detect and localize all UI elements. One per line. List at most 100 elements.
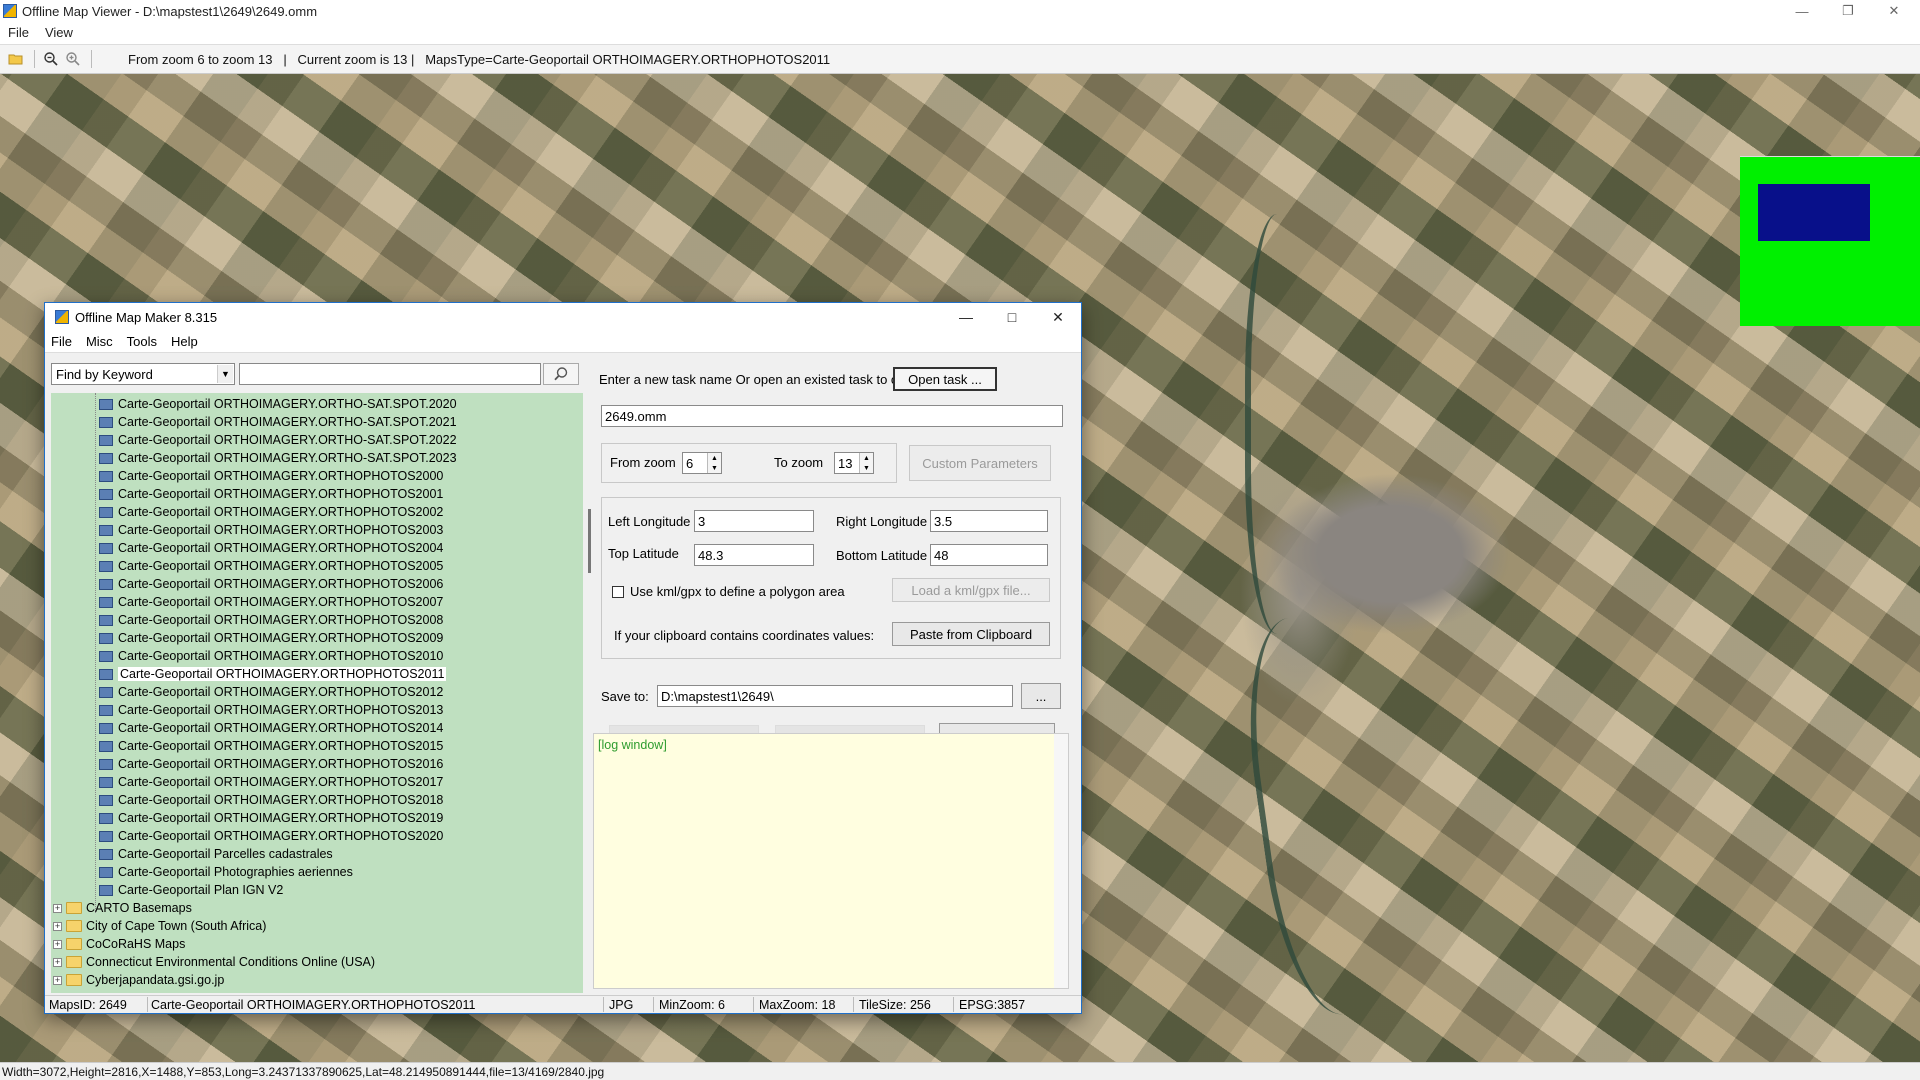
zoom-in-icon[interactable] xyxy=(63,49,83,69)
tree-item[interactable]: Carte-Geoportail ORTHOIMAGERY.ORTHOPHOTO… xyxy=(99,773,443,791)
from-zoom-spinner[interactable]: 6 ▲ ▼ xyxy=(682,452,722,474)
load-kml-button[interactable]: Load a kml/gpx file... xyxy=(892,578,1050,602)
tree-item[interactable]: Carte-Geoportail ORTHOIMAGERY.ORTHOPHOTO… xyxy=(99,809,443,827)
tree-item[interactable]: Carte-Geoportail ORTHOIMAGERY.ORTHO-SAT.… xyxy=(99,449,457,467)
custom-parameters-button[interactable]: Custom Parameters xyxy=(909,445,1051,481)
kml-checkbox[interactable] xyxy=(612,586,624,598)
log-scrollbar[interactable] xyxy=(1054,734,1068,988)
minimap-viewport[interactable] xyxy=(1758,184,1870,241)
viewer-title-bar: Offline Map Viewer - D:\mapstest1\2649\2… xyxy=(0,0,1920,22)
bottom-latitude-field[interactable]: 48 xyxy=(930,544,1048,566)
to-zoom-label: To zoom xyxy=(774,455,824,470)
to-zoom-spinner[interactable]: 13 ▲ ▼ xyxy=(834,452,874,474)
tree-folder[interactable]: + CARTO Basemaps xyxy=(53,899,192,917)
tree-item[interactable]: Carte-Geoportail ORTHOIMAGERY.ORTHOPHOTO… xyxy=(99,539,443,557)
tree-folder[interactable]: + Connecticut Environmental Conditions On… xyxy=(53,953,375,971)
tree-item[interactable]: Carte-Geoportail ORTHOIMAGERY.ORTHOPHOTO… xyxy=(99,557,443,575)
tree-item[interactable]: Carte-Geoportail ORTHOIMAGERY.ORTHOPHOTO… xyxy=(99,629,443,647)
menu-tools[interactable]: Tools xyxy=(127,334,157,349)
tree-folder[interactable]: + CoCoRaHS Maps xyxy=(53,935,185,953)
tree-item[interactable]: Carte-Geoportail ORTHOIMAGERY.ORTHOPHOTO… xyxy=(99,521,443,539)
spinner-arrows[interactable]: ▲ ▼ xyxy=(859,453,873,473)
paste-from-clipboard-button[interactable]: Paste from Clipboard xyxy=(892,622,1050,646)
map-icon xyxy=(99,704,113,716)
browse-button[interactable]: ... xyxy=(1021,683,1061,709)
minimize-icon[interactable]: — xyxy=(943,303,989,331)
tree-item[interactable]: Carte-Geoportail ORTHOIMAGERY.ORTHOPHOTO… xyxy=(99,611,443,629)
menu-file[interactable]: File xyxy=(51,334,72,349)
tree-item[interactable]: Carte-Geoportail Parcelles cadastrales xyxy=(99,845,333,863)
log-window[interactable]: [log window] xyxy=(593,733,1069,989)
expand-icon[interactable]: + xyxy=(53,903,62,913)
spinner-arrows[interactable]: ▲ ▼ xyxy=(707,453,721,473)
right-longitude-field[interactable]: 3.5 xyxy=(930,510,1048,532)
expand-icon[interactable]: + xyxy=(53,957,62,967)
tree-item[interactable]: Carte-Geoportail ORTHOIMAGERY.ORTHOPHOTO… xyxy=(99,737,443,755)
tree-item-selected[interactable]: Carte-Geoportail ORTHOIMAGERY.ORTHOPHOTO… xyxy=(99,665,447,683)
tree-item[interactable]: Carte-Geoportail ORTHOIMAGERY.ORTHOPHOTO… xyxy=(99,503,443,521)
map-source-tree[interactable]: Carte-Geoportail ORTHOIMAGERY.ORTHO-SAT.… xyxy=(51,393,583,993)
tree-folder-label: City of Cape Town (South Africa) xyxy=(86,919,267,933)
tree-item[interactable]: Carte-Geoportail ORTHOIMAGERY.ORTHO-SAT.… xyxy=(99,413,457,431)
save-to-field[interactable]: D:\mapstest1\2649\ xyxy=(657,685,1013,707)
top-latitude-field[interactable]: 48.3 xyxy=(694,544,814,566)
folder-icon xyxy=(66,938,82,950)
map-source-pane: Find by Keyword ▼ Carte-Geoportail ORTHO… xyxy=(51,357,599,997)
minimize-icon[interactable]: — xyxy=(1780,0,1824,22)
menu-view[interactable]: View xyxy=(45,25,73,40)
app-icon xyxy=(3,4,17,18)
tree-item[interactable]: Carte-Geoportail ORTHOIMAGERY.ORTHOPHOTO… xyxy=(99,755,443,773)
chevron-down-icon[interactable]: ▼ xyxy=(217,365,233,383)
search-button[interactable] xyxy=(543,363,579,385)
chevron-down-icon[interactable]: ▼ xyxy=(860,463,873,473)
close-icon[interactable]: ✕ xyxy=(1872,0,1916,22)
overview-minimap[interactable] xyxy=(1740,156,1920,326)
zoom-out-icon[interactable] xyxy=(41,49,61,69)
tree-item-label: Carte-Geoportail ORTHOIMAGERY.ORTHOPHOTO… xyxy=(118,829,444,843)
tree-item[interactable]: Carte-Geoportail ORTHOIMAGERY.ORTHOPHOTO… xyxy=(99,827,443,845)
chevron-up-icon[interactable]: ▲ xyxy=(860,453,873,463)
restore-icon[interactable]: ❐ xyxy=(1826,0,1870,22)
map-icon xyxy=(99,434,113,446)
tree-item[interactable]: Carte-Geoportail ORTHOIMAGERY.ORTHOPHOTO… xyxy=(99,791,443,809)
menu-misc[interactable]: Misc xyxy=(86,334,113,349)
dialog-menu-bar: File Misc Tools Help xyxy=(45,331,1081,353)
tree-item[interactable]: Carte-Geoportail ORTHOIMAGERY.ORTHO-SAT.… xyxy=(99,431,457,449)
task-name-field[interactable]: 2649.omm xyxy=(601,405,1063,427)
tree-item[interactable]: Carte-Geoportail ORTHOIMAGERY.ORTHO-SAT.… xyxy=(99,395,457,413)
menu-help[interactable]: Help xyxy=(171,334,198,349)
maximize-icon[interactable]: □ xyxy=(989,303,1035,331)
find-mode-select[interactable]: Find by Keyword ▼ xyxy=(51,363,235,385)
tree-item-label: Carte-Geoportail ORTHOIMAGERY.ORTHOPHOTO… xyxy=(118,811,444,825)
map-icon xyxy=(99,506,113,518)
tree-item-label: Carte-Geoportail ORTHOIMAGERY.ORTHO-SAT.… xyxy=(118,433,457,447)
chevron-up-icon[interactable]: ▲ xyxy=(708,453,721,463)
left-longitude-field[interactable]: 3 xyxy=(694,510,814,532)
tree-item-label: Carte-Geoportail ORTHOIMAGERY.ORTHO-SAT.… xyxy=(118,415,457,429)
open-folder-icon[interactable] xyxy=(6,49,26,69)
tree-item-label: Carte-Geoportail ORTHOIMAGERY.ORTHO-SAT.… xyxy=(118,451,457,465)
open-task-button[interactable]: Open task ... xyxy=(893,367,997,391)
search-input[interactable] xyxy=(239,363,541,385)
menu-file[interactable]: File xyxy=(8,25,29,40)
tree-folder[interactable]: + Cyberjapandata.gsi.go.jp xyxy=(53,971,224,989)
tree-folder[interactable]: + City of Cape Town (South Africa) xyxy=(53,917,266,935)
expand-icon[interactable]: + xyxy=(53,921,62,931)
chevron-down-icon[interactable]: ▼ xyxy=(708,463,721,473)
tree-item[interactable]: Carte-Geoportail ORTHOIMAGERY.ORTHOPHOTO… xyxy=(99,719,443,737)
tree-item[interactable]: Carte-Geoportail ORTHOIMAGERY.ORTHOPHOTO… xyxy=(99,647,443,665)
tree-item[interactable]: Carte-Geoportail Plan IGN V2 xyxy=(99,881,283,899)
expand-icon[interactable]: + xyxy=(53,975,62,985)
scrollbar-thumb[interactable] xyxy=(588,509,591,573)
tree-item[interactable]: Carte-Geoportail Photographies aeriennes xyxy=(99,863,353,881)
tree-item[interactable]: Carte-Geoportail ORTHOIMAGERY.ORTHOPHOTO… xyxy=(99,683,443,701)
tree-item[interactable]: Carte-Geoportail ORTHOIMAGERY.ORTHOPHOTO… xyxy=(99,593,443,611)
close-icon[interactable]: ✕ xyxy=(1035,303,1081,331)
expand-icon[interactable]: + xyxy=(53,939,62,949)
tree-item[interactable]: Carte-Geoportail ORTHOIMAGERY.ORTHOPHOTO… xyxy=(99,575,443,593)
tree-item-label: Carte-Geoportail ORTHOIMAGERY.ORTHOPHOTO… xyxy=(118,631,444,645)
tree-item[interactable]: Carte-Geoportail ORTHOIMAGERY.ORTHOPHOTO… xyxy=(99,701,443,719)
tree-item[interactable]: Carte-Geoportail ORTHOIMAGERY.ORTHOPHOTO… xyxy=(99,467,443,485)
tree-item[interactable]: Carte-Geoportail ORTHOIMAGERY.ORTHOPHOTO… xyxy=(99,485,443,503)
tree-item-label: Carte-Geoportail ORTHOIMAGERY.ORTHOPHOTO… xyxy=(118,775,444,789)
